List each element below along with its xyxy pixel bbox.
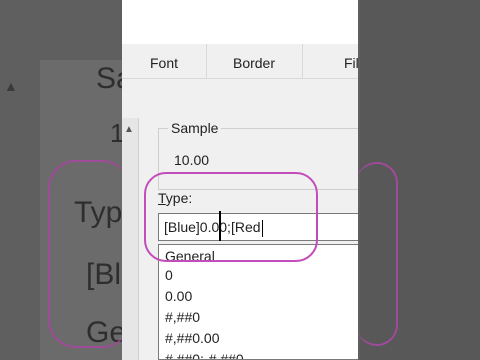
list-item[interactable]: 0 — [159, 265, 358, 286]
background-highlight-right — [356, 162, 398, 346]
tab-font[interactable]: Font — [122, 44, 207, 78]
scroll-up-icon[interactable]: ▲ — [124, 124, 134, 135]
tab-border[interactable]: Border — [206, 44, 303, 78]
background-highlight-left — [48, 160, 130, 348]
list-item[interactable]: #,##0 — [159, 307, 358, 328]
list-item[interactable]: #,##0.00 — [159, 328, 358, 349]
tab-bar: Font Border Fil — [122, 44, 358, 79]
annotation-highlight — [144, 172, 318, 262]
tab-fill[interactable]: Fil — [302, 44, 358, 78]
sample-label: Sample — [168, 120, 222, 136]
dialog-title-area — [122, 0, 358, 44]
list-item[interactable]: #,##0;-#,##0 — [159, 349, 358, 359]
category-scrollbar[interactable]: ▲ — [122, 118, 139, 360]
sample-value: 10.00 — [174, 152, 210, 168]
background-scroll-up-icon: ▲ — [4, 78, 18, 94]
list-item[interactable]: 0.00 — [159, 286, 358, 307]
